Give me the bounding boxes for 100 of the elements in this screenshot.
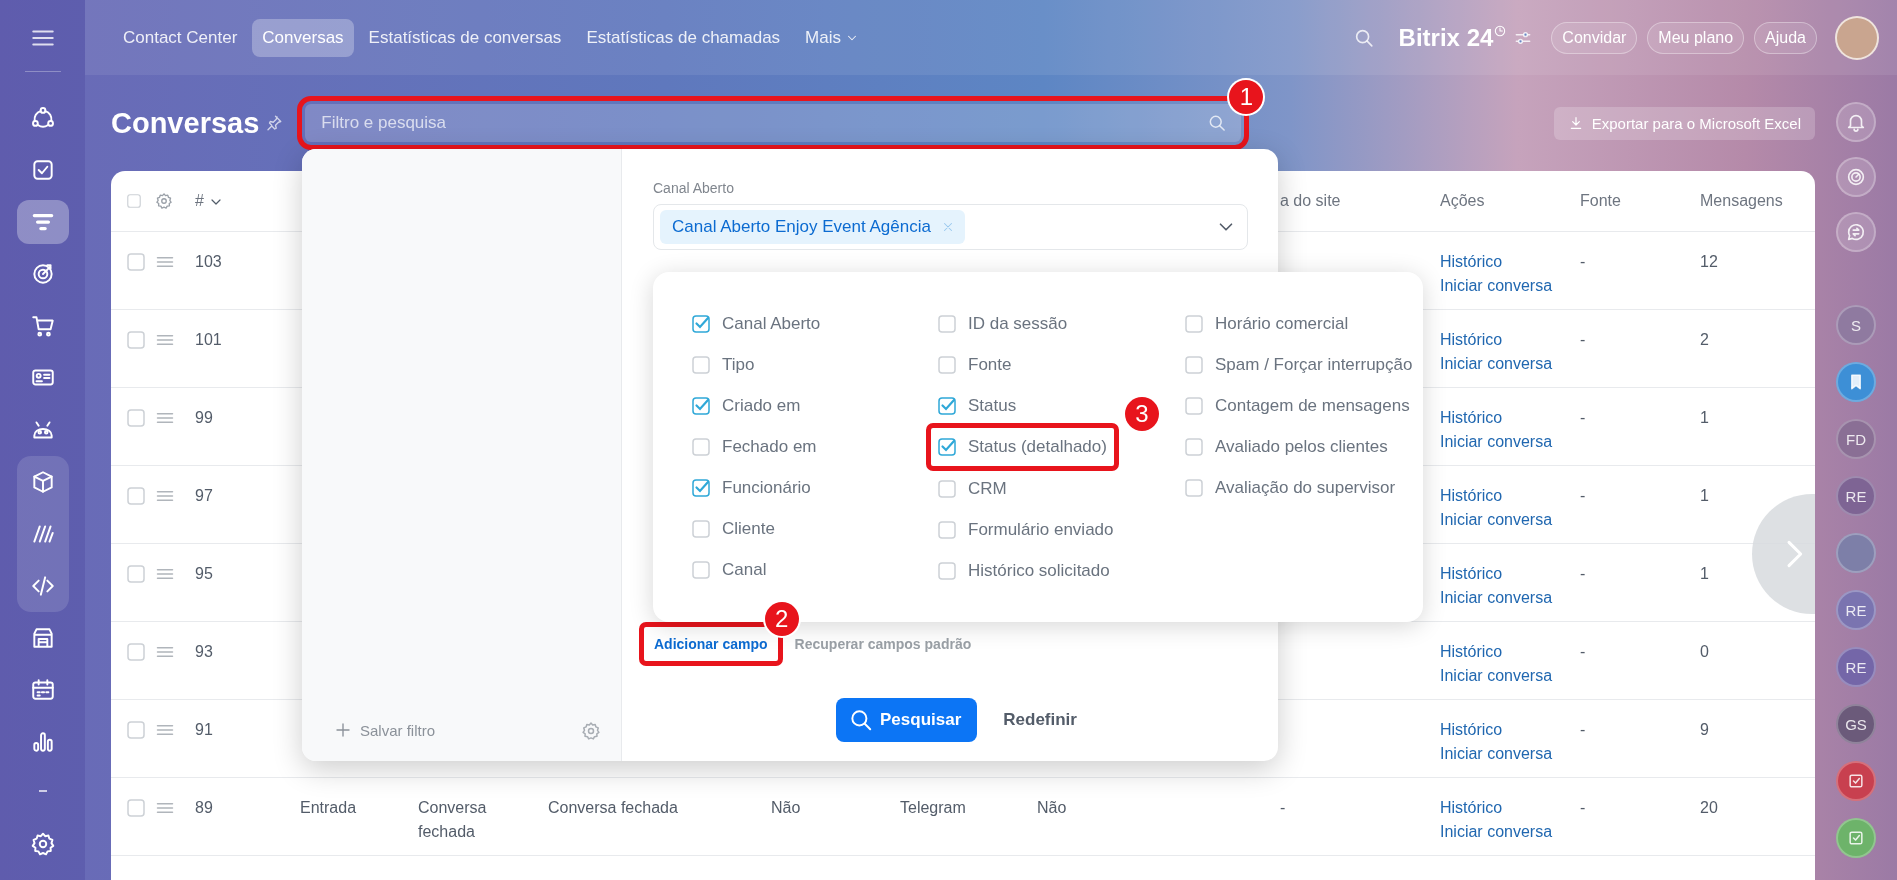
user-avatar[interactable]: RE <box>1836 590 1876 630</box>
checkbox-option[interactable]: Avaliado pelos clientes <box>1185 435 1388 459</box>
user-avatar[interactable]: FD <box>1836 419 1876 459</box>
action-link[interactable]: Iniciar conversa <box>1440 274 1553 298</box>
checkbox[interactable] <box>938 438 956 456</box>
row-checkbox[interactable] <box>127 721 145 739</box>
checkbox-option[interactable]: ID da sessão <box>938 312 1068 336</box>
action-link[interactable]: Histórico <box>1440 640 1503 664</box>
checkbox-option[interactable]: Avaliação do supervisor <box>1185 476 1396 500</box>
notifications-button[interactable] <box>1836 102 1876 142</box>
column-header[interactable]: a do site <box>1280 189 1341 213</box>
checkbox-option[interactable]: Formulário enviado <box>938 518 1114 542</box>
checkbox-option[interactable]: Canal Aberto <box>692 312 821 336</box>
column-header[interactable]: # <box>195 189 204 213</box>
checkbox[interactable] <box>692 438 710 456</box>
action-link[interactable]: Histórico <box>1440 328 1503 352</box>
restore-fields-link[interactable]: Recuperar campos padrão <box>794 636 972 652</box>
user-avatar[interactable]: RE <box>1836 476 1876 516</box>
action-link[interactable]: Histórico <box>1440 250 1503 274</box>
checkbox[interactable] <box>1185 479 1203 497</box>
nav-tab[interactable]: Conversas <box>252 18 354 57</box>
user-avatar[interactable]: S <box>1836 305 1876 345</box>
save-filter-button[interactable]: Salvar filtro <box>334 721 436 739</box>
checkbox-option[interactable]: Histórico solicitado <box>938 559 1110 583</box>
action-link[interactable]: Histórico <box>1440 484 1503 508</box>
task-button[interactable] <box>1836 818 1876 858</box>
more-menu[interactable]: Mais <box>795 18 869 57</box>
checkbox[interactable] <box>692 397 710 415</box>
action-link[interactable]: Iniciar conversa <box>1440 352 1553 376</box>
checkbox[interactable] <box>1185 397 1203 415</box>
search-button[interactable]: Pesquisar <box>836 698 978 742</box>
action-link[interactable]: Iniciar conversa <box>1440 820 1553 844</box>
checkbox-option[interactable]: Criado em <box>692 394 801 418</box>
checkbox-option[interactable]: Status (detalhado) <box>938 435 1107 459</box>
row-checkbox[interactable] <box>127 487 145 505</box>
selected-tag[interactable]: Canal Aberto Enjoy Event Agência <box>660 210 965 244</box>
checkbox-option[interactable]: Cliente <box>692 517 775 541</box>
add-field-link[interactable]: Adicionar campo <box>654 636 768 652</box>
nav-tab[interactable]: Contact Center <box>113 18 248 57</box>
bookmark-button[interactable] <box>1836 362 1876 402</box>
action-link[interactable]: Iniciar conversa <box>1440 586 1553 610</box>
row-checkbox[interactable] <box>127 253 145 271</box>
checkbox-option[interactable]: Canal <box>692 558 767 582</box>
row-checkbox[interactable] <box>127 409 145 427</box>
column-header[interactable]: Ações <box>1440 189 1485 213</box>
checkbox[interactable] <box>1185 438 1203 456</box>
checkbox-option[interactable]: Funcionário <box>692 476 811 500</box>
checkbox-option[interactable]: Fonte <box>938 353 1012 377</box>
checkbox[interactable] <box>1185 356 1203 374</box>
user-avatar[interactable]: RE <box>1836 647 1876 687</box>
chat-button[interactable] <box>1836 212 1876 252</box>
select-all-checkbox[interactable] <box>127 192 141 210</box>
nav-tab[interactable]: Estatísticas de chamadas <box>576 18 791 57</box>
avatar[interactable] <box>1835 15 1879 60</box>
checkbox[interactable] <box>692 561 710 579</box>
settings-icon <box>29 831 56 857</box>
sidebar-item[interactable] <box>16 200 69 244</box>
header-button[interactable]: Ajuda <box>1754 21 1817 54</box>
row-checkbox[interactable] <box>127 799 145 817</box>
action-link[interactable]: Histórico <box>1440 562 1503 586</box>
checkbox[interactable] <box>938 480 956 498</box>
table-cell: 1 <box>1700 565 1709 582</box>
checkbox[interactable] <box>938 521 956 539</box>
checkbox[interactable] <box>692 479 710 497</box>
action-link[interactable]: Iniciar conversa <box>1440 508 1553 532</box>
user-avatar[interactable] <box>1836 533 1876 573</box>
action-link[interactable]: Histórico <box>1440 718 1503 742</box>
action-link[interactable]: Iniciar conversa <box>1440 742 1553 766</box>
checkbox-option[interactable]: Status <box>938 394 1017 418</box>
checkbox[interactable] <box>938 562 956 580</box>
action-link[interactable]: Histórico <box>1440 406 1503 430</box>
checkbox[interactable] <box>938 315 956 333</box>
checkbox-icon <box>1846 828 1866 848</box>
checkbox[interactable] <box>938 356 956 374</box>
task-button[interactable] <box>1836 761 1876 801</box>
checkbox[interactable] <box>692 520 710 538</box>
checkbox-option[interactable]: CRM <box>938 477 1007 501</box>
checkbox[interactable] <box>1185 315 1203 333</box>
checkbox-option[interactable]: Contagem de mensagens <box>1185 394 1410 418</box>
select-field[interactable]: Canal Aberto Enjoy Event Agência <box>653 204 1248 250</box>
row-checkbox[interactable] <box>127 643 145 661</box>
checkbox-option[interactable]: Spam / Forçar interrupção <box>1185 353 1413 377</box>
action-link[interactable]: Iniciar conversa <box>1440 430 1553 454</box>
checkbox[interactable] <box>938 397 956 415</box>
row-checkbox[interactable] <box>127 331 145 349</box>
checkbox-option[interactable]: Tipo <box>692 353 755 377</box>
checkbox[interactable] <box>692 315 710 333</box>
reset-button[interactable]: Redefinir <box>999 706 1081 734</box>
action-link[interactable]: Iniciar conversa <box>1440 664 1553 688</box>
column-header[interactable]: Mensagens <box>1700 189 1783 213</box>
column-header[interactable]: Fonte <box>1580 189 1621 213</box>
checkbox-option[interactable]: Horário comercial <box>1185 312 1349 336</box>
checkbox[interactable] <box>692 356 710 374</box>
table-cell: - <box>1580 643 1586 660</box>
row-checkbox[interactable] <box>127 565 145 583</box>
action-link[interactable]: Histórico <box>1440 796 1503 820</box>
checkbox-option[interactable]: Fechado em <box>692 435 817 459</box>
sidebar-button[interactable] <box>1836 157 1876 197</box>
user-avatar[interactable]: GS <box>1836 704 1876 744</box>
nav-tab[interactable]: Estatísticas de conversas <box>358 18 572 57</box>
